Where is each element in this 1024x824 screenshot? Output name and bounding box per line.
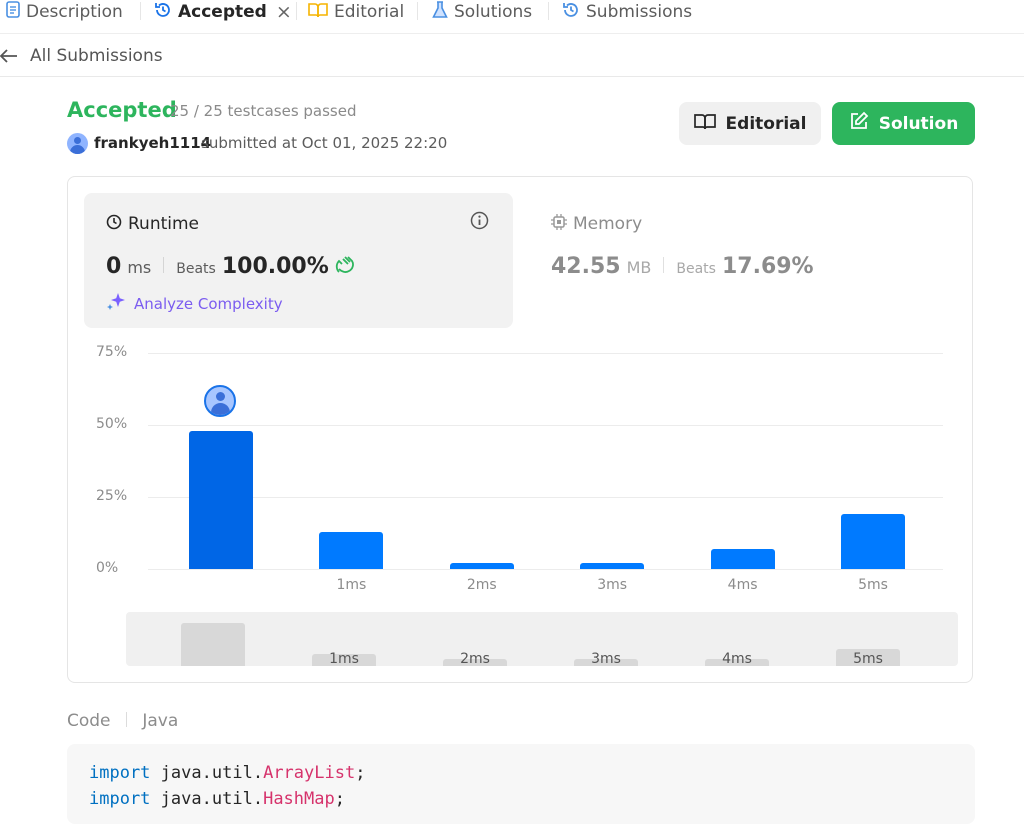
solution-label: Solution: [878, 113, 959, 134]
chart-bar[interactable]: [580, 563, 645, 569]
beats-label: Beats: [676, 261, 716, 277]
gridline: [148, 569, 943, 570]
gridline: [148, 497, 943, 498]
tab-solutions[interactable]: Solutions: [432, 0, 532, 24]
book-icon: [308, 2, 328, 23]
memory-unit: MB: [626, 258, 652, 277]
status-title: Accepted: [67, 98, 177, 122]
divider: [163, 257, 165, 273]
user-position-avatar: [204, 384, 236, 417]
history-icon: [154, 1, 172, 24]
chip-icon: [551, 214, 567, 234]
memory-panel[interactable]: Memory: [551, 214, 642, 234]
runtime-header: Runtime: [106, 214, 199, 234]
divider: [0, 76, 1024, 77]
tab-label: Solutions: [454, 2, 533, 22]
info-icon[interactable]: [470, 211, 489, 234]
tab-bar: Description Accepted × Editorial Solutio…: [0, 0, 1024, 24]
memory-beats: 17.69%: [721, 254, 814, 279]
chart-range-brush[interactable]: 1ms 2ms 3ms 4ms 5ms: [126, 612, 958, 666]
chart-bar[interactable]: [449, 563, 514, 569]
code-language: Java: [142, 711, 179, 731]
solution-button[interactable]: Solution: [832, 102, 975, 145]
y-tick-label: 75%: [96, 344, 128, 360]
chart-bar[interactable]: [841, 514, 905, 569]
tab-divider: [417, 2, 418, 20]
book-icon: [693, 113, 716, 135]
runtime-unit: ms: [127, 258, 152, 277]
avatar[interactable]: [67, 133, 88, 154]
sparkle-icon: [106, 292, 126, 316]
edit-icon: [849, 111, 869, 136]
back-label: All Submissions: [30, 46, 163, 66]
runtime-stats: 0 ms Beats 100.00%: [106, 254, 355, 279]
tab-label: Submissions: [586, 2, 693, 22]
divider: [0, 33, 1024, 34]
mini-tick-label: 3ms: [591, 651, 621, 666]
mini-tick-label: 2ms: [460, 651, 490, 666]
tab-editorial[interactable]: Editorial: [308, 0, 404, 24]
submitted-time: submitted at Oct 01, 2025 22:20: [201, 134, 448, 152]
y-tick-label: 0%: [96, 560, 119, 576]
memory-stats: 42.55 MB Beats 17.69%: [551, 254, 814, 279]
editorial-button[interactable]: Editorial: [679, 102, 821, 145]
all-submissions-link[interactable]: All Submissions: [0, 44, 163, 68]
y-tick-label: 25%: [96, 488, 128, 504]
x-tick-label: 2ms: [466, 577, 497, 593]
description-icon: [6, 1, 20, 23]
chart-bar[interactable]: [319, 531, 384, 569]
gridline: [148, 353, 943, 354]
mini-tick-label: 5ms: [853, 651, 883, 666]
tab-accepted[interactable]: Accepted ×: [154, 0, 292, 24]
divider: [125, 712, 127, 727]
runtime-beats: 100.00%: [221, 254, 329, 279]
gridline: [148, 425, 943, 426]
tab-divider: [296, 2, 297, 20]
mini-tick-label: 4ms: [722, 651, 752, 666]
chart-bar[interactable]: [189, 430, 253, 569]
tab-label: Accepted: [178, 2, 267, 22]
x-tick-label: 3ms: [597, 577, 628, 593]
code-label: Code: [67, 711, 111, 731]
runtime-title: Runtime: [128, 214, 200, 234]
code-block: [67, 744, 975, 824]
arrow-left-icon: [0, 44, 18, 68]
username-link[interactable]: frankyeh1114: [94, 134, 211, 152]
editorial-label: Editorial: [725, 113, 807, 134]
tab-label: Editorial: [334, 2, 405, 22]
memory-value: 42.55: [551, 254, 621, 279]
tab-label: Description: [26, 2, 123, 22]
testcases-passed: 25 / 25 testcases passed: [170, 102, 357, 120]
analyze-label: Analyze Complexity: [134, 295, 283, 313]
code-header: Code Java: [67, 711, 178, 731]
history-icon: [562, 1, 580, 24]
x-tick-label: 5ms: [858, 577, 888, 593]
tab-divider: [140, 2, 141, 20]
mini-tick-label: 1ms: [329, 651, 359, 666]
divider: [663, 257, 665, 273]
x-tick-label: 4ms: [727, 577, 758, 593]
chart-bar[interactable]: [710, 548, 775, 569]
memory-title: Memory: [573, 214, 643, 234]
beats-label: Beats: [176, 261, 216, 277]
tab-divider: [548, 2, 549, 20]
analyze-complexity-link[interactable]: Analyze Complexity: [106, 292, 283, 316]
mini-bar: [181, 622, 245, 666]
code-line: import java.util.HashMap;: [89, 789, 345, 809]
y-tick-label: 50%: [96, 416, 128, 432]
x-tick-label: 1ms: [336, 577, 367, 593]
clap-icon: [335, 255, 355, 277]
runtime-value: 0: [106, 254, 122, 279]
tab-submissions[interactable]: Submissions: [562, 0, 692, 24]
tab-description[interactable]: Description: [6, 0, 123, 24]
flask-icon: [432, 0, 448, 24]
clock-icon: [106, 214, 122, 234]
code-line: import java.util.ArrayList;: [89, 763, 366, 783]
close-icon[interactable]: ×: [276, 1, 292, 23]
